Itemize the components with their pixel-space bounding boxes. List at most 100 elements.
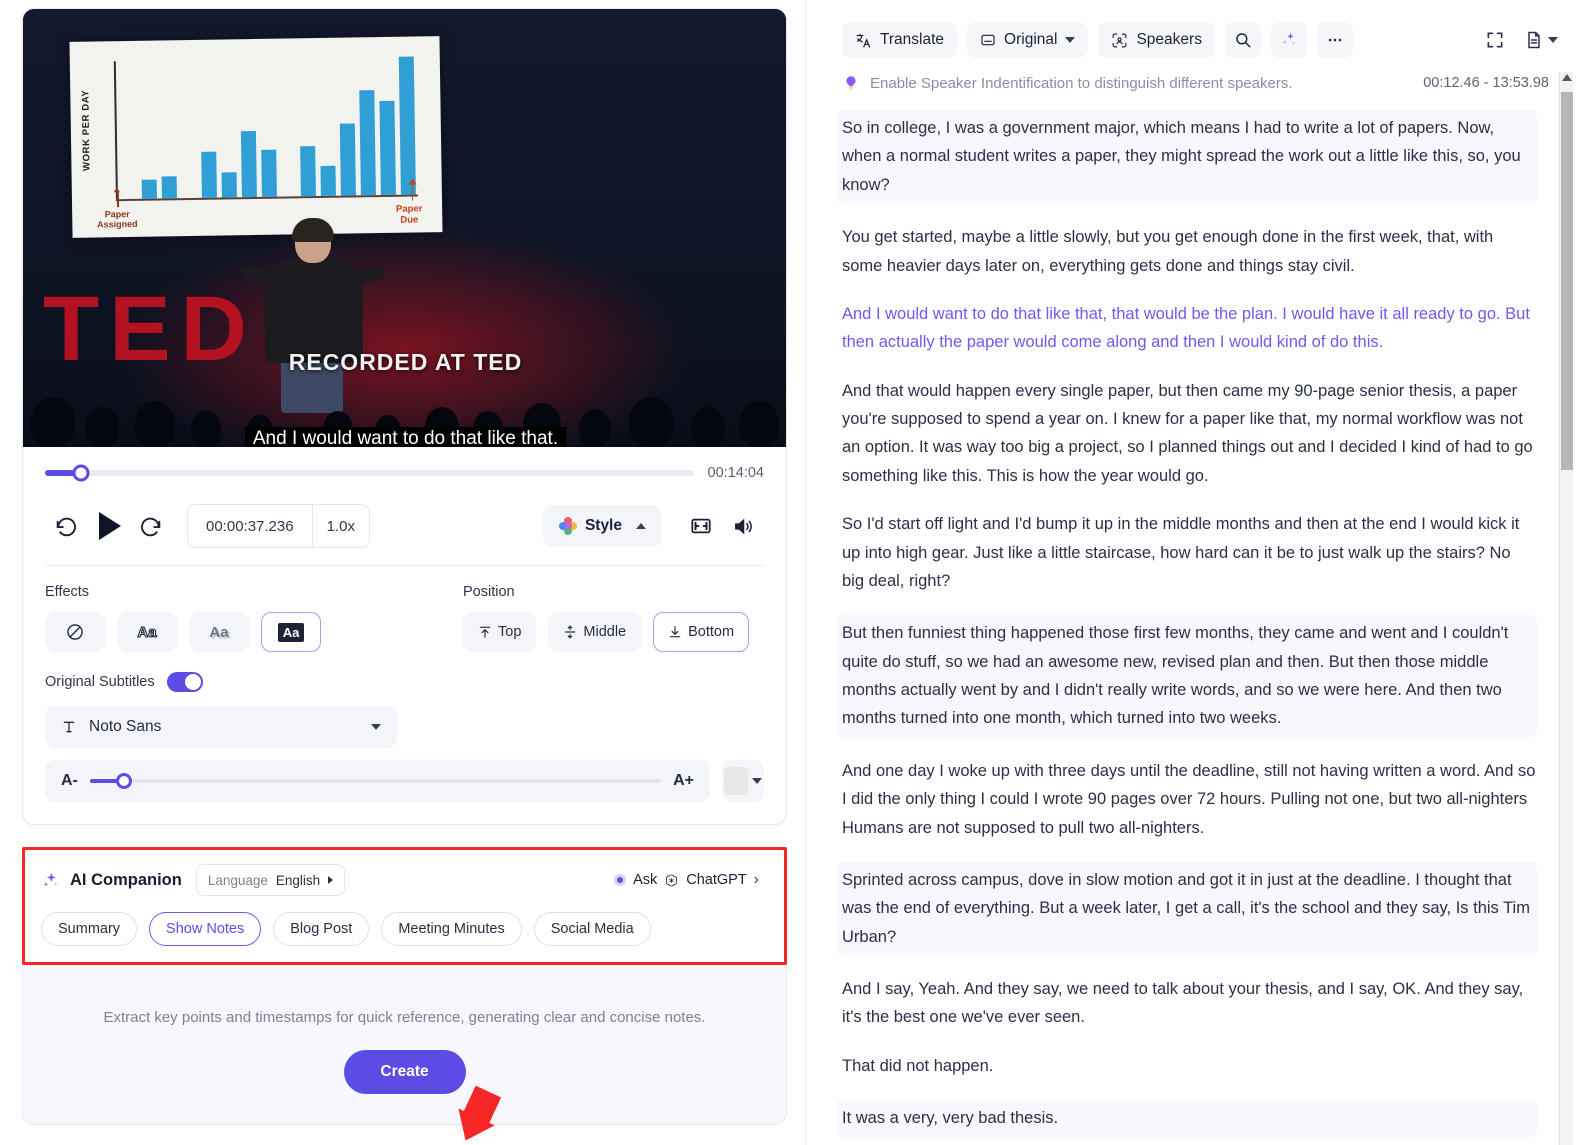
- text-color-picker[interactable]: [722, 760, 764, 802]
- ask-chatgpt-button[interactable]: Ask ChatGPT ›: [605, 867, 768, 893]
- playback-rate[interactable]: 1.0x: [311, 505, 369, 547]
- font-family-select[interactable]: Noto Sans: [45, 706, 397, 748]
- slide-right-label: Paper Due: [395, 203, 423, 226]
- chevron-up-icon: [636, 523, 646, 529]
- transcript-paragraph[interactable]: That did not happen.: [842, 1052, 1537, 1080]
- position-top-button[interactable]: Top: [463, 612, 537, 652]
- expand-icon[interactable]: [1477, 22, 1513, 58]
- app-root: TED WORK PER DAY Paper Assigned Paper Due: [0, 0, 1577, 1145]
- position-chips: Top Middle Bottom: [463, 612, 750, 652]
- original-subtitles-label: Original Subtitles: [45, 674, 155, 690]
- slide-bar-chart: [120, 56, 416, 200]
- transcript-paragraph[interactable]: And I would want to do that like that, t…: [842, 300, 1537, 357]
- position-group: Position Top Middle Bottom: [463, 584, 750, 652]
- speakers-label: Speakers: [1136, 31, 1202, 48]
- recorded-at-ted-overlay: RECORDED AT TED: [288, 349, 523, 375]
- rewind-icon[interactable]: [45, 505, 87, 547]
- transcript-paragraph[interactable]: You get started, maybe a little slowly, …: [842, 223, 1537, 280]
- translate-button[interactable]: Translate: [842, 22, 958, 58]
- scroll-up-arrow-icon[interactable]: [1562, 74, 1572, 81]
- lightbulb-icon: [842, 74, 860, 92]
- transcript-list[interactable]: So in college, I was a government major,…: [806, 92, 1577, 1145]
- original-subtitles-toggle[interactable]: [166, 672, 203, 692]
- font-size-increase[interactable]: A+: [673, 772, 694, 790]
- transcript-paragraph[interactable]: So I'd start off light and I'd bump it u…: [842, 510, 1537, 595]
- transcript-pane: Translate Original Speakers Enable Speak…: [805, 0, 1577, 1145]
- speakers-button[interactable]: Speakers: [1098, 22, 1215, 58]
- transcript-toolbar: Translate Original Speakers: [806, 0, 1577, 58]
- chevron-down-icon: [1065, 37, 1076, 43]
- forward-icon[interactable]: [129, 505, 171, 547]
- ai-companion-header: AI Companion Language English Ask ChatGP…: [23, 848, 786, 896]
- language-key: Language: [207, 872, 268, 888]
- slide-bar: [379, 100, 397, 196]
- text-icon: [61, 719, 77, 735]
- style-label: Style: [584, 517, 622, 534]
- video-subtitle-container: And I would want to do that like that.: [23, 427, 786, 447]
- position-middle-label: Middle: [583, 624, 627, 640]
- time-rate-box: 00:00:37.236 1.0x: [187, 504, 370, 548]
- slide-bar: [200, 152, 217, 198]
- effect-none-button[interactable]: [45, 612, 105, 652]
- caption-icon: [980, 32, 996, 48]
- position-middle-button[interactable]: Middle: [548, 612, 642, 652]
- transcript-paragraph[interactable]: And that would happen every single paper…: [842, 377, 1537, 491]
- effect-box-glyph: Aa: [277, 622, 305, 642]
- video-player[interactable]: TED WORK PER DAY Paper Assigned Paper Due: [23, 9, 786, 447]
- slide-bar: [221, 172, 237, 198]
- transcript-paragraph[interactable]: So in college, I was a government major,…: [836, 110, 1537, 204]
- transcript-paragraph[interactable]: Sprinted across campus, dove in slow mot…: [836, 861, 1537, 955]
- speaker-hint-row: Enable Speaker Indentification to distin…: [806, 58, 1577, 92]
- ai-tab-meeting-minutes[interactable]: Meeting Minutes: [381, 912, 522, 946]
- left-pane: TED WORK PER DAY Paper Assigned Paper Due: [0, 0, 805, 1145]
- subtitle-settings: Effects Aa Aa Aa Position Top Middle Bot…: [23, 566, 786, 652]
- ai-companion-card: AI Companion Language English Ask ChatGP…: [22, 847, 787, 1125]
- player-controls: 00:14:04 00:00:37.236 1.0x Style: [23, 447, 786, 549]
- play-button[interactable]: [87, 505, 129, 547]
- position-bottom-label: Bottom: [688, 624, 735, 640]
- volume-icon[interactable]: [722, 505, 764, 547]
- export-document-icon[interactable]: [1523, 22, 1559, 58]
- original-button[interactable]: Original: [967, 22, 1089, 58]
- transcript-paragraph[interactable]: It was a very, very bad thesis.: [836, 1100, 1537, 1137]
- font-size-slider-handle[interactable]: [116, 773, 133, 789]
- slide-y-axis-label: WORK PER DAY: [80, 89, 93, 172]
- effect-outline-button[interactable]: Aa: [117, 612, 177, 652]
- transcript-time-range: 00:12.46 - 13:53.98: [1423, 75, 1549, 91]
- ai-tab-summary[interactable]: Summary: [41, 912, 138, 946]
- original-label: Original: [1004, 31, 1058, 48]
- font-size-slider[interactable]: [89, 773, 662, 789]
- slide-bar: [141, 179, 157, 199]
- video-editor-card: TED WORK PER DAY Paper Assigned Paper Due: [22, 8, 787, 825]
- more-icon[interactable]: [1316, 22, 1353, 58]
- seek-bar[interactable]: [45, 464, 694, 482]
- slide-left-label: Paper Assigned: [97, 208, 138, 230]
- font-size-decrease[interactable]: A-: [61, 772, 78, 790]
- slide-left-arrow: [116, 191, 119, 208]
- slide-bar: [340, 123, 357, 196]
- ai-tab-social-media[interactable]: Social Media: [533, 912, 651, 946]
- slide-bar: [320, 165, 337, 196]
- scrollbar-thumb[interactable]: [1561, 92, 1573, 470]
- effect-box-button[interactable]: Aa: [261, 612, 321, 652]
- current-time[interactable]: 00:00:37.236: [188, 505, 312, 547]
- seek-handle[interactable]: [72, 464, 90, 482]
- language-selector[interactable]: Language English: [195, 864, 346, 896]
- create-button[interactable]: Create: [343, 1050, 466, 1094]
- chevron-right-icon: ›: [753, 871, 759, 888]
- slide-bar: [240, 130, 257, 198]
- ai-tab-show-notes[interactable]: Show Notes: [149, 912, 262, 946]
- effect-shadow-button[interactable]: Aa: [189, 612, 249, 652]
- transcript-paragraph[interactable]: But then funniest thing happened those f…: [836, 615, 1537, 737]
- slide-bar: [398, 56, 416, 195]
- search-icon[interactable]: [1224, 22, 1261, 58]
- ai-tab-blog-post[interactable]: Blog Post: [273, 912, 370, 946]
- fullscreen-icon[interactable]: [680, 505, 722, 547]
- transcript-paragraph[interactable]: And one day I woke up with three days un…: [842, 757, 1537, 842]
- position-bottom-button[interactable]: Bottom: [653, 612, 750, 652]
- transcript-scrollbar[interactable]: [1559, 72, 1573, 1145]
- style-button[interactable]: Style: [542, 505, 662, 547]
- transcript-paragraph[interactable]: And I say, Yeah. And they say, we need t…: [842, 975, 1537, 1032]
- magic-wand-icon[interactable]: [1270, 22, 1307, 58]
- position-top-label: Top: [498, 624, 522, 640]
